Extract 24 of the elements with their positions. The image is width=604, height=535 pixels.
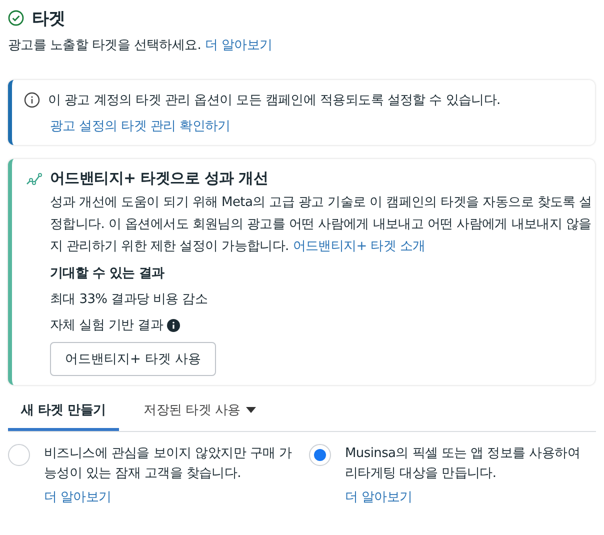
radio-button[interactable] — [8, 444, 30, 466]
info-icon[interactable] — [167, 318, 180, 332]
learn-more-link[interactable]: 더 알아보기 — [345, 488, 412, 506]
tab[interactable]: 저장된 타겟 사용 — [130, 391, 270, 431]
info-icon — [24, 92, 40, 108]
info-text: 이 광고 계정의 타겟 관리 옵션이 모든 캠페인에 적용되도록 설정할 수 있습니다. — [48, 92, 500, 109]
subtitle: 광고를 노출할 타겟을 선택하세요. 더 알아보기 — [8, 37, 274, 55]
expected-result: 최대 33% 결과당 비용 감소 — [50, 291, 208, 308]
option-description: 비즈니스에 관심을 보이지 않았지만 구매 가능성이 있는 잠재 고객을 찾습니다. — [44, 445, 293, 483]
learn-more-link[interactable]: 더 알아보기 — [44, 488, 112, 506]
advantage-intro-link[interactable]: 어드밴티지+ 타겟 소개 — [292, 239, 426, 254]
trend-icon — [26, 172, 42, 186]
advantage-description: 성과 개선에 도움이 되기 위해 Meta의 고급 광고 기술로 이 캠페인의 타겟을 자동으로 찾도록 설정합니다. 이 옵션에서도 회원님의 광고를 어떤 사람에게 내보내고 어떤 사람에게 내보내지 않을지 관리하기 위한 제한 설정이 가능합니다. 어드밴티지+ 타겟 소개 — [50, 194, 593, 256]
expected-results-heading: 기대할 수 있는 결과 — [50, 265, 164, 282]
option-description: Musinsa의 픽셀 또는 앱 정보를 사용하여 리타게팅 대상을 만듭니다. — [345, 445, 581, 483]
use-advantage-button[interactable]: 어드밴티지+ 타겟 사용 — [50, 342, 216, 376]
section-title: 타겟 — [32, 8, 66, 30]
radio-button[interactable] — [309, 444, 331, 466]
advantage-title: 어드밴티지+ 타겟으로 성과 개선 — [50, 169, 268, 188]
check-circle-icon — [8, 10, 24, 26]
learn-more-link[interactable]: 더 알아보기 — [204, 38, 272, 53]
results-basis: 자체 실험 기반 결과 — [50, 317, 164, 334]
ad-settings-link[interactable]: 광고 설정의 타겟 관리 확인하기 — [50, 117, 230, 135]
tab[interactable]: 새 타겟 만들기 — [8, 391, 119, 431]
